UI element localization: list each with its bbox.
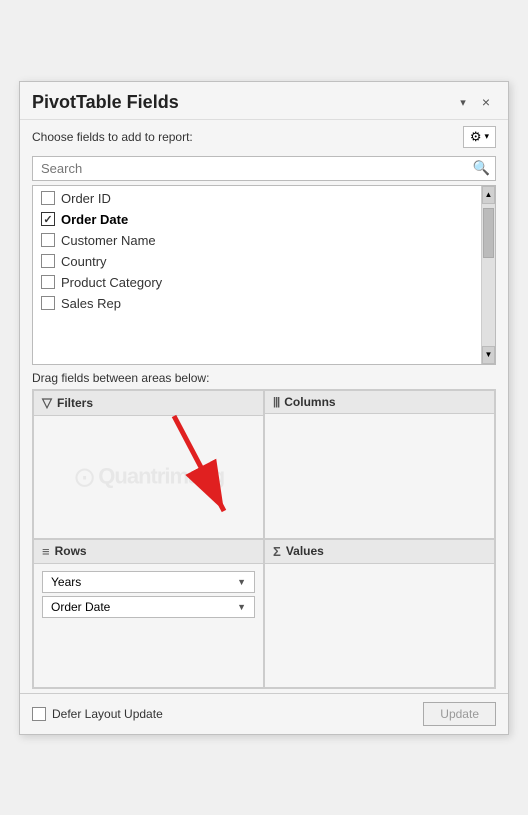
panel-footer: Defer Layout Update Update bbox=[20, 693, 508, 734]
defer-label: Defer Layout Update bbox=[52, 707, 163, 721]
field-checkbox-country[interactable] bbox=[41, 254, 55, 268]
watermark: ⊙ Quantrimang bbox=[73, 460, 224, 493]
rows-chip-label-1: Order Date bbox=[51, 600, 110, 614]
choose-fields-row: Choose fields to add to report: ⚙ ▾ bbox=[20, 120, 508, 152]
header-controls: ▾ × bbox=[456, 92, 496, 112]
scrollbar-up-btn[interactable]: ▲ bbox=[482, 186, 495, 204]
gear-icon: ⚙ bbox=[470, 129, 482, 145]
field-label-order-id: Order ID bbox=[61, 191, 111, 206]
field-label-country: Country bbox=[61, 254, 107, 269]
search-input[interactable] bbox=[32, 156, 496, 181]
field-item-country[interactable]: Country bbox=[33, 251, 495, 272]
field-item-customer-name[interactable]: Customer Name bbox=[33, 230, 495, 251]
field-list: Order ID Order Date Customer Name Country Pr… bbox=[32, 185, 496, 365]
field-item-order-id[interactable]: Order ID bbox=[33, 188, 495, 209]
filters-body: ⊙ Quantrimang bbox=[34, 416, 263, 538]
panel-title: PivotTable Fields bbox=[32, 92, 179, 113]
values-area[interactable]: Σ Values bbox=[264, 539, 495, 688]
field-item-product-category[interactable]: Product Category bbox=[33, 272, 495, 293]
defer-checkbox[interactable] bbox=[32, 707, 46, 721]
filter-icon: ▽ bbox=[42, 395, 52, 411]
columns-body bbox=[265, 414, 494, 538]
rows-chip-1[interactable]: Order Date ▼ bbox=[42, 596, 255, 618]
field-label-customer-name: Customer Name bbox=[61, 233, 156, 248]
choose-fields-label: Choose fields to add to report: bbox=[32, 130, 193, 144]
rows-body: Years ▼ Order Date ▼ bbox=[34, 564, 263, 687]
rows-header: ≡ Rows bbox=[34, 540, 263, 564]
update-button[interactable]: Update bbox=[423, 702, 496, 726]
values-body bbox=[265, 564, 494, 687]
rows-icon: ≡ bbox=[42, 544, 50, 559]
columns-header: ||| Columns bbox=[265, 391, 494, 414]
field-item-order-date[interactable]: Order Date bbox=[33, 209, 495, 230]
scrollbar-down-btn[interactable]: ▼ bbox=[482, 346, 495, 364]
field-list-inner: Order ID Order Date Customer Name Country Pr… bbox=[33, 186, 495, 364]
search-row: 🔍 bbox=[20, 152, 508, 185]
rows-chip-arrow-1[interactable]: ▼ bbox=[237, 602, 246, 612]
header-dropdown-btn[interactable]: ▾ bbox=[456, 94, 470, 111]
field-checkbox-order-date[interactable] bbox=[41, 212, 55, 226]
field-item-sales-rep[interactable]: Sales Rep bbox=[33, 293, 495, 314]
values-header: Σ Values bbox=[265, 540, 494, 564]
gear-dropdown-arrow: ▾ bbox=[484, 131, 489, 142]
watermark-icon: ⊙ bbox=[73, 460, 96, 493]
rows-chip-0[interactable]: Years ▼ bbox=[42, 571, 255, 593]
field-checkbox-product-category[interactable] bbox=[41, 275, 55, 289]
field-checkbox-sales-rep[interactable] bbox=[41, 296, 55, 310]
rows-chip-arrow-0[interactable]: ▼ bbox=[237, 577, 246, 587]
filters-header: ▽ Filters bbox=[34, 391, 263, 416]
watermark-text: Quantrimang bbox=[98, 464, 224, 490]
columns-area[interactable]: ||| Columns bbox=[264, 390, 495, 539]
panel-header: PivotTable Fields ▾ × bbox=[20, 82, 508, 120]
close-button[interactable]: × bbox=[476, 92, 496, 112]
field-label-sales-rep: Sales Rep bbox=[61, 296, 121, 311]
scrollbar-thumb[interactable] bbox=[483, 208, 494, 258]
columns-icon: ||| bbox=[273, 396, 279, 408]
search-icon[interactable]: 🔍 bbox=[473, 160, 490, 177]
scrollbar-track bbox=[482, 204, 495, 346]
gear-settings-button[interactable]: ⚙ ▾ bbox=[463, 126, 496, 148]
values-icon: Σ bbox=[273, 544, 281, 559]
filters-area[interactable]: ▽ Filters ⊙ Quantrimang bbox=[33, 390, 264, 539]
pivottable-fields-panel: PivotTable Fields ▾ × Choose fields to a… bbox=[19, 81, 509, 735]
field-checkbox-order-id[interactable] bbox=[41, 191, 55, 205]
field-label-product-category: Product Category bbox=[61, 275, 162, 290]
columns-label: Columns bbox=[284, 395, 335, 409]
filters-label: Filters bbox=[57, 396, 93, 410]
rows-area[interactable]: ≡ Rows Years ▼ Order Date ▼ bbox=[33, 539, 264, 688]
scrollbar[interactable]: ▲ ▼ bbox=[481, 186, 495, 364]
values-label: Values bbox=[286, 544, 324, 558]
drag-label: Drag fields between areas below: bbox=[20, 365, 508, 389]
field-label-order-date: Order Date bbox=[61, 212, 128, 227]
areas-grid: ▽ Filters ⊙ Quantrimang bbox=[32, 389, 496, 689]
rows-label: Rows bbox=[55, 544, 87, 558]
defer-layout-row: Defer Layout Update bbox=[32, 707, 163, 721]
rows-chip-label-0: Years bbox=[51, 575, 81, 589]
field-checkbox-customer-name[interactable] bbox=[41, 233, 55, 247]
